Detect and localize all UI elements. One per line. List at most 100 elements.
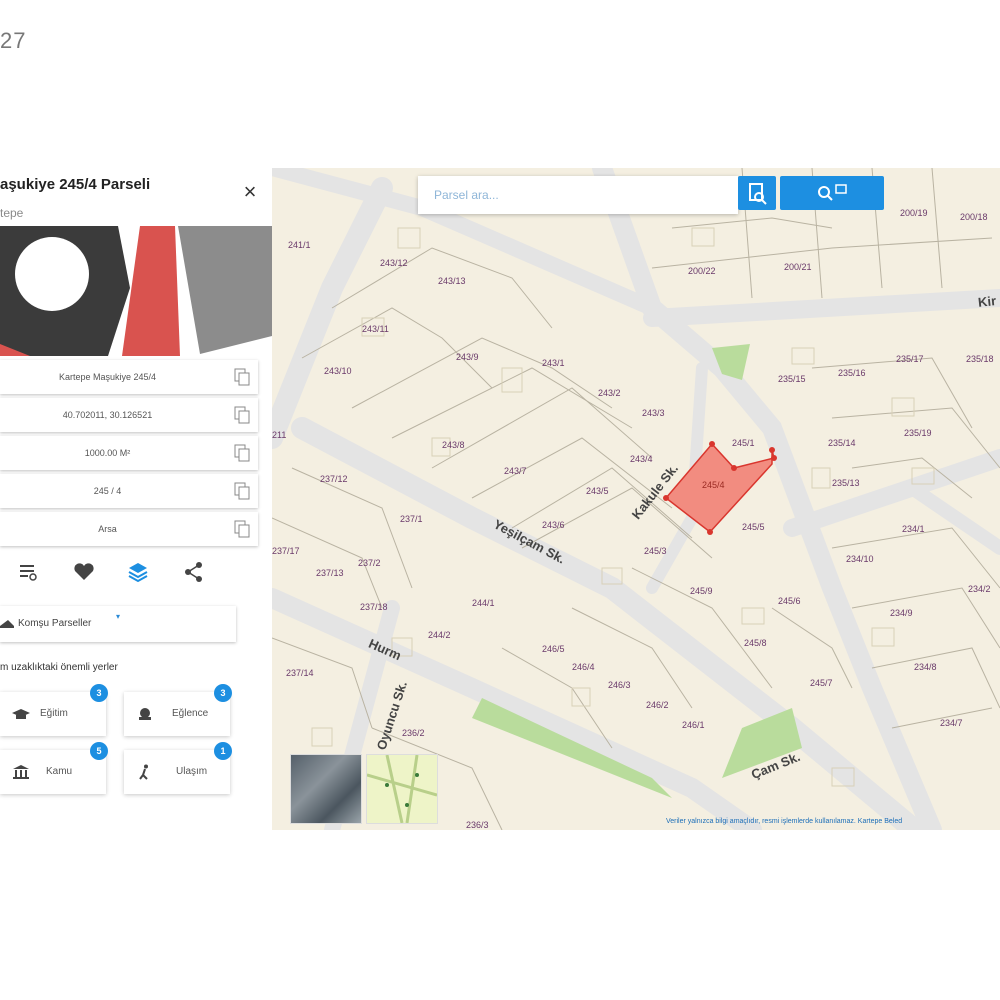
neighbors-icon: [0, 620, 14, 628]
category-label: Ulaşım: [176, 766, 208, 777]
parcel-map[interactable]: 241/1 243/12 243/13 243/11 243/10 243/9 243/1 2…: [272, 168, 1000, 830]
parcel-label: 200/19: [900, 208, 928, 218]
parcel-label: 235/19: [904, 428, 932, 438]
street-layer-thumbnail[interactable]: [366, 754, 438, 824]
walking-icon: [139, 764, 148, 780]
parcel-label: 234/10: [846, 554, 874, 564]
category-label: Eğlence: [172, 708, 209, 719]
parcel-label: 243/9: [456, 352, 479, 362]
parcel-label: 235/16: [838, 368, 866, 378]
parcel-label: 243/12: [380, 258, 408, 268]
search-document-button[interactable]: [738, 176, 776, 210]
heart-icon[interactable]: [70, 560, 98, 584]
municipality-logo: [0, 226, 272, 356]
neighbor-parcels-label: Komşu Parseller: [18, 618, 92, 629]
copy-icon[interactable]: [234, 520, 250, 538]
satellite-layer-thumbnail[interactable]: [290, 754, 362, 824]
parcel-label: 200/22: [688, 266, 716, 276]
parcel-label: 237/2: [358, 558, 381, 568]
parcel-label: 237/13: [316, 568, 344, 578]
parcel-label: 243/8: [442, 440, 465, 450]
parcel-label: 243/13: [438, 276, 466, 286]
area-row: 1000.00 M²: [0, 436, 258, 470]
copy-icon[interactable]: [234, 444, 250, 462]
copy-icon[interactable]: [234, 406, 250, 424]
parcel-label: 234/9: [890, 608, 913, 618]
building-icon: [13, 765, 29, 779]
parcel-label: 243/3: [642, 408, 665, 418]
share-icon[interactable]: [180, 560, 208, 584]
parcel-label: 235/15: [778, 374, 806, 384]
area-value: 1000.00 M²: [84, 448, 131, 458]
category-education[interactable]: Eğitim 3: [0, 684, 108, 736]
parcel-search-box: [418, 176, 738, 214]
category-entertainment[interactable]: Eğlence 3: [124, 684, 232, 736]
parcel-label: 237/14: [286, 668, 314, 678]
address-value: Kartepe Maşukiye 245/4: [58, 372, 157, 382]
coordinates-row: 40.702011, 30.126521: [0, 398, 258, 432]
parcel-label: 235/18: [966, 354, 994, 364]
close-button[interactable]: ×: [240, 181, 260, 203]
parcel-label: 245/3: [644, 546, 667, 556]
count-badge: 1: [214, 742, 232, 760]
parcel-search-input[interactable]: [432, 184, 736, 206]
category-public[interactable]: Kamu 5: [0, 742, 108, 794]
parcel-label: 241/1: [288, 240, 311, 250]
parcel-label: 234/2: [968, 584, 991, 594]
parcel-label: 244/2: [428, 630, 451, 640]
address-row: Kartepe Maşukiye 245/4: [0, 360, 258, 394]
copy-icon[interactable]: [234, 482, 250, 500]
parcel-label: 243/7: [504, 466, 527, 476]
parcel-label: 236/2: [402, 728, 425, 738]
parcel-label: 237/1: [400, 514, 423, 524]
parcel-label: 244/1: [472, 598, 495, 608]
parcel-label: 243/1: [542, 358, 565, 368]
parcel-label: 245/9: [690, 586, 713, 596]
category-label: Kamu: [46, 766, 73, 777]
advanced-search-button[interactable]: [780, 176, 884, 210]
parcel-label: 211: [272, 430, 287, 440]
list-settings-icon[interactable]: [14, 560, 42, 584]
parcel-title: aşukiye 245/4 Parseli: [0, 176, 151, 193]
parcel-label: 243/5: [586, 486, 609, 496]
copy-icon[interactable]: [234, 368, 250, 386]
parcel-label: 237/18: [360, 602, 388, 612]
count-badge: 3: [90, 684, 108, 702]
parcel-label: 200/18: [960, 212, 988, 222]
parcel-label: 234/1: [902, 524, 925, 534]
parcel-label: 243/2: [598, 388, 621, 398]
parcel-label: 235/14: [828, 438, 856, 448]
parcel-label: 237/17: [272, 546, 300, 556]
land-type-row: Arsa: [0, 512, 258, 546]
layers-icon[interactable]: [124, 560, 152, 584]
parcel-label: 245/1: [732, 438, 755, 448]
count-badge: 5: [90, 742, 108, 760]
parcel-number-value: 245 / 4: [93, 486, 122, 496]
page-corner-number: 27: [0, 28, 27, 53]
search-icon: [818, 184, 847, 201]
parcel-label: 235/17: [896, 354, 924, 364]
parcel-label: 243/4: [630, 454, 653, 464]
coordinates-value: 40.702011, 30.126521: [62, 410, 153, 420]
parcel-label: 243/11: [362, 324, 389, 334]
category-transport[interactable]: Ulaşım 1: [124, 742, 232, 794]
parcel-label: 237/12: [320, 474, 348, 484]
parcel-label: 235/13: [832, 478, 860, 488]
chevron-down-icon: ▾: [116, 612, 121, 621]
parcel-label: 243/6: [542, 520, 565, 530]
category-label: Eğitim: [40, 708, 68, 719]
parcel-label: 246/5: [542, 644, 565, 654]
parcel-label: 245/6: [778, 596, 801, 606]
document-search-icon: [749, 183, 767, 205]
parcel-label: 234/8: [914, 662, 937, 672]
graduation-cap-icon: [12, 709, 30, 719]
street-label: Kir: [977, 293, 997, 310]
map-disclaimer: Veriler yalnızca bilgi amaçlıdır, resmi …: [666, 818, 903, 825]
selected-parcel-label: 245/4: [702, 480, 725, 490]
neighbor-parcels-button[interactable]: Komşu Parseller ▾: [0, 606, 236, 642]
parcel-label: 246/3: [608, 680, 631, 690]
land-type-value: Arsa: [98, 524, 117, 534]
action-bar: [0, 560, 240, 586]
map-layer-preview: [366, 754, 438, 824]
parcel-label: 245/7: [810, 678, 833, 688]
